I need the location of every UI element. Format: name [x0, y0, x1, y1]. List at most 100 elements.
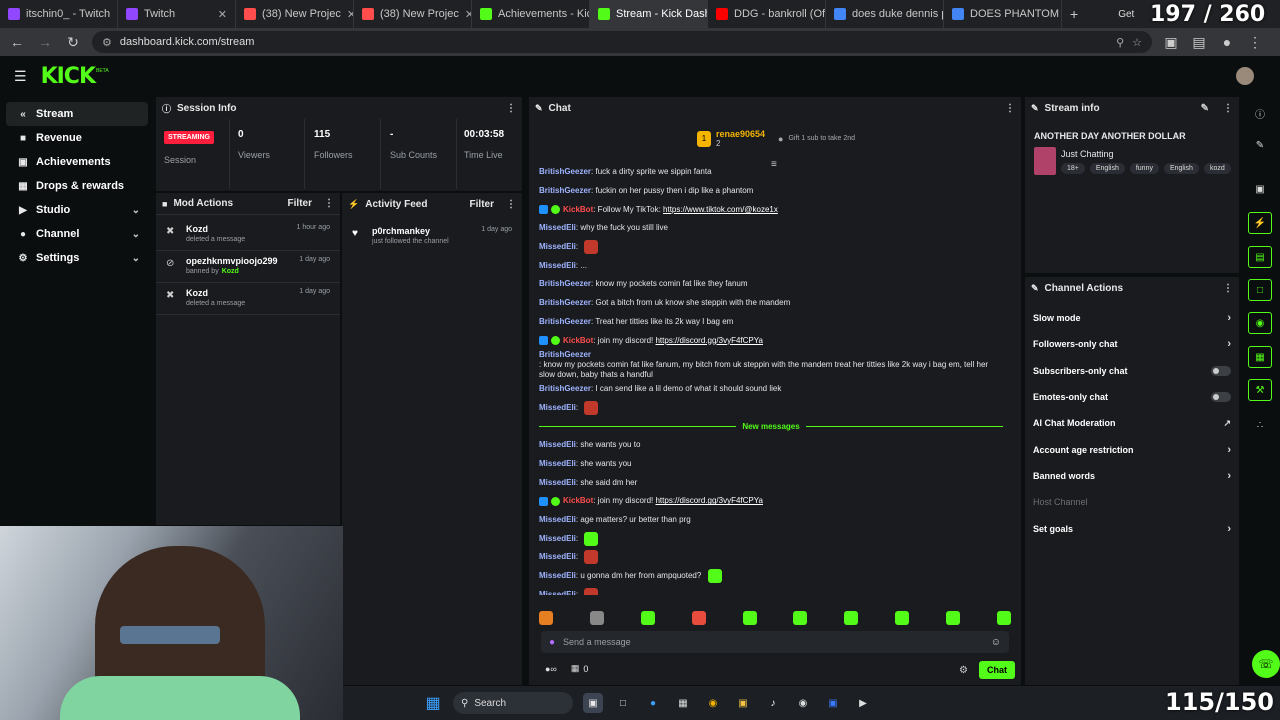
store-rail-icon[interactable]: ▦ — [1248, 346, 1272, 368]
chat-username[interactable]: MissedEli — [539, 515, 576, 525]
mod-action-item[interactable]: ✖ Kozd deleted a message 1 day ago — [156, 283, 340, 315]
broadcast-rail-icon[interactable]: ◉ — [1248, 312, 1272, 334]
edit-icon[interactable]: ✎ — [1201, 103, 1209, 114]
sidebar-item-settings[interactable]: ⚙ Settings ⌄ — [6, 246, 148, 270]
chat-link[interactable]: https://www.tiktok.com/@koze1x — [663, 205, 778, 215]
chevron-down-icon[interactable]: ⌄ — [132, 253, 140, 264]
folder-icon[interactable]: ▣ — [733, 693, 753, 713]
emote-icon[interactable] — [742, 611, 757, 625]
get-button[interactable]: Get — [1118, 9, 1134, 20]
chat-message[interactable]: BritishGeezer: fuck a dirty sprite we si… — [539, 163, 1003, 182]
support-icon[interactable]: ☏ — [1252, 650, 1280, 678]
app2-icon[interactable]: ▣ — [823, 693, 843, 713]
browser-tab[interactable]: Stream - Kick Dashb✕ — [590, 0, 708, 28]
edge-icon[interactable]: ● — [643, 693, 663, 713]
channel-action-item[interactable]: AI Chat Moderation ↗ — [1025, 410, 1239, 436]
kick-logo[interactable]: KICK — [41, 64, 96, 89]
hamburger-icon[interactable]: ☰ — [14, 68, 27, 85]
chevron-right-icon[interactable]: › — [1227, 470, 1231, 482]
chat-message[interactable]: BritishGeezer: Treat her titties like it… — [539, 313, 1003, 332]
emote-icon[interactable] — [539, 611, 553, 625]
chat-message[interactable]: BritishGeezer: fuckin on her pussy then … — [539, 182, 1003, 201]
chevron-right-icon[interactable]: › — [1227, 444, 1231, 456]
sidebar-item-channel[interactable]: ● Channel ⌄ — [6, 222, 148, 246]
chat-username[interactable]: KickBot — [563, 336, 593, 346]
mod-action-item[interactable]: ✖ Kozd deleted a message 1 hour ago — [156, 219, 340, 251]
users-icon[interactable]: ●∞ — [545, 664, 557, 674]
chat-message[interactable]: BritishGeezer: Got a bitch from uk know … — [539, 294, 1003, 313]
extensions-icon[interactable]: ▣ — [1162, 34, 1180, 51]
channel-actions-more-icon[interactable]: ⋮ — [1223, 283, 1233, 294]
chat-username[interactable]: BritishGeezer — [539, 384, 591, 394]
emoji-icon[interactable]: ☺ — [991, 637, 1001, 648]
browser-tab[interactable]: Twitch ✕ — [118, 0, 236, 28]
browser-tab[interactable]: (38) New Projec ✕ — [354, 0, 472, 28]
toggle-switch[interactable] — [1211, 365, 1231, 376]
channel-action-item[interactable]: Followers-only chat › — [1025, 331, 1239, 357]
chat-message[interactable]: MissedEli: age matters? ur better than p… — [539, 511, 1003, 530]
mod-more-icon[interactable]: ⋮ — [324, 198, 334, 209]
stream-tag[interactable]: funny — [1129, 163, 1159, 174]
document-rail-icon[interactable]: ▤ — [1248, 246, 1272, 268]
bookmark-star-icon[interactable]: ☆ — [1132, 36, 1142, 49]
tab-close-icon[interactable]: ✕ — [218, 8, 227, 21]
chat-message[interactable]: MissedEli: why the fuck you still live — [539, 219, 1003, 238]
emote-icon[interactable] — [589, 611, 604, 625]
store-app-icon[interactable]: ▦ — [673, 693, 693, 713]
lightning-rail-icon[interactable]: ⚡ — [1248, 212, 1272, 234]
chat-message[interactable]: KickBot: Follow My TikTok: https://www.t… — [539, 200, 1003, 219]
stream-info-more-icon[interactable]: ⋮ — [1223, 103, 1233, 114]
chat-username[interactable]: MissedEli — [539, 590, 576, 595]
chat-username[interactable]: MissedEli — [539, 459, 576, 469]
chat-message[interactable]: MissedEli: u gonna dm her from ampquoted… — [539, 567, 1003, 586]
channel-action-item[interactable]: Set goals › — [1025, 515, 1239, 541]
stream-tag[interactable]: English — [1163, 163, 1199, 174]
emote-icon[interactable] — [844, 611, 859, 625]
chat-message[interactable]: BritishGeezer: know my pockets comin fat… — [539, 350, 1003, 380]
external-link-icon[interactable]: ↗ — [1223, 418, 1231, 429]
chat-message[interactable]: MissedEli: ... — [539, 256, 1003, 275]
chat-message[interactable]: MissedEli: she wants you — [539, 455, 1003, 474]
sidepanel-icon[interactable]: ▤ — [1190, 34, 1208, 51]
stream-tag[interactable]: English — [1089, 163, 1125, 174]
browser-tab[interactable]: DOES PHANTOM R✕ — [944, 0, 1062, 28]
chat-username[interactable]: MissedEli — [539, 440, 576, 450]
channel-action-item[interactable]: Host Channel — [1025, 489, 1239, 515]
chat-username[interactable]: MissedEli — [539, 478, 576, 488]
stream-tag[interactable]: 18+ — [1061, 163, 1085, 174]
taskbar-search[interactable]: ⚲ Search — [453, 692, 573, 714]
chat-link[interactable]: https://discord.gg/3vyF4fCPYa — [655, 336, 762, 346]
sidebar-item-studio[interactable]: ▶ Studio ⌄ — [6, 198, 148, 222]
chat-username[interactable]: MissedEli — [539, 242, 576, 252]
channel-action-item[interactable]: Banned words › — [1025, 463, 1239, 489]
toggle-switch[interactable] — [1211, 392, 1231, 403]
sidebar-item-achievements[interactable]: ▣ Achievements — [6, 150, 148, 174]
browser-tab[interactable]: does duke dennis p✕ — [826, 0, 944, 28]
emote-icon[interactable] — [793, 611, 808, 625]
emote-icon[interactable] — [691, 611, 706, 625]
activity-filter-button[interactable]: Filter — [470, 199, 494, 210]
channel-action-item[interactable]: Slow mode › — [1025, 305, 1239, 331]
browser-tab[interactable]: DDG - bankroll (Off✕ — [708, 0, 826, 28]
chat-username[interactable]: BritishGeezer — [539, 186, 591, 196]
media-icon[interactable]: ▶ — [853, 693, 873, 713]
chat-username[interactable]: MissedEli — [539, 223, 576, 233]
wrench-rail-icon[interactable]: ⚒ — [1248, 379, 1272, 401]
mod-filter-button[interactable]: Filter — [288, 198, 312, 209]
zoom-icon[interactable]: ⚲ — [1116, 36, 1124, 49]
steam-icon[interactable]: ◉ — [793, 693, 813, 713]
chevron-right-icon[interactable]: › — [1227, 338, 1231, 350]
profile-icon[interactable]: ● — [1218, 34, 1236, 50]
chat-username[interactable]: MissedEli — [539, 571, 576, 581]
store-icon[interactable]: ▦ — [571, 663, 580, 674]
channel-action-item[interactable]: Account age restriction › — [1025, 436, 1239, 462]
dots-rail-icon[interactable]: ∴ — [1248, 414, 1272, 436]
chat-username[interactable]: MissedEli — [539, 534, 576, 544]
file-explorer-icon[interactable]: □ — [613, 693, 633, 713]
chat-message[interactable]: MissedEli: — [539, 548, 1003, 567]
chevron-down-icon[interactable]: ⌄ — [132, 229, 140, 240]
chat-rail-icon[interactable]: □ — [1248, 279, 1272, 301]
chat-username[interactable]: MissedEli — [539, 403, 576, 413]
more-options-icon[interactable]: ⋮ — [506, 103, 516, 114]
chat-message[interactable]: MissedEli: — [539, 399, 1003, 418]
